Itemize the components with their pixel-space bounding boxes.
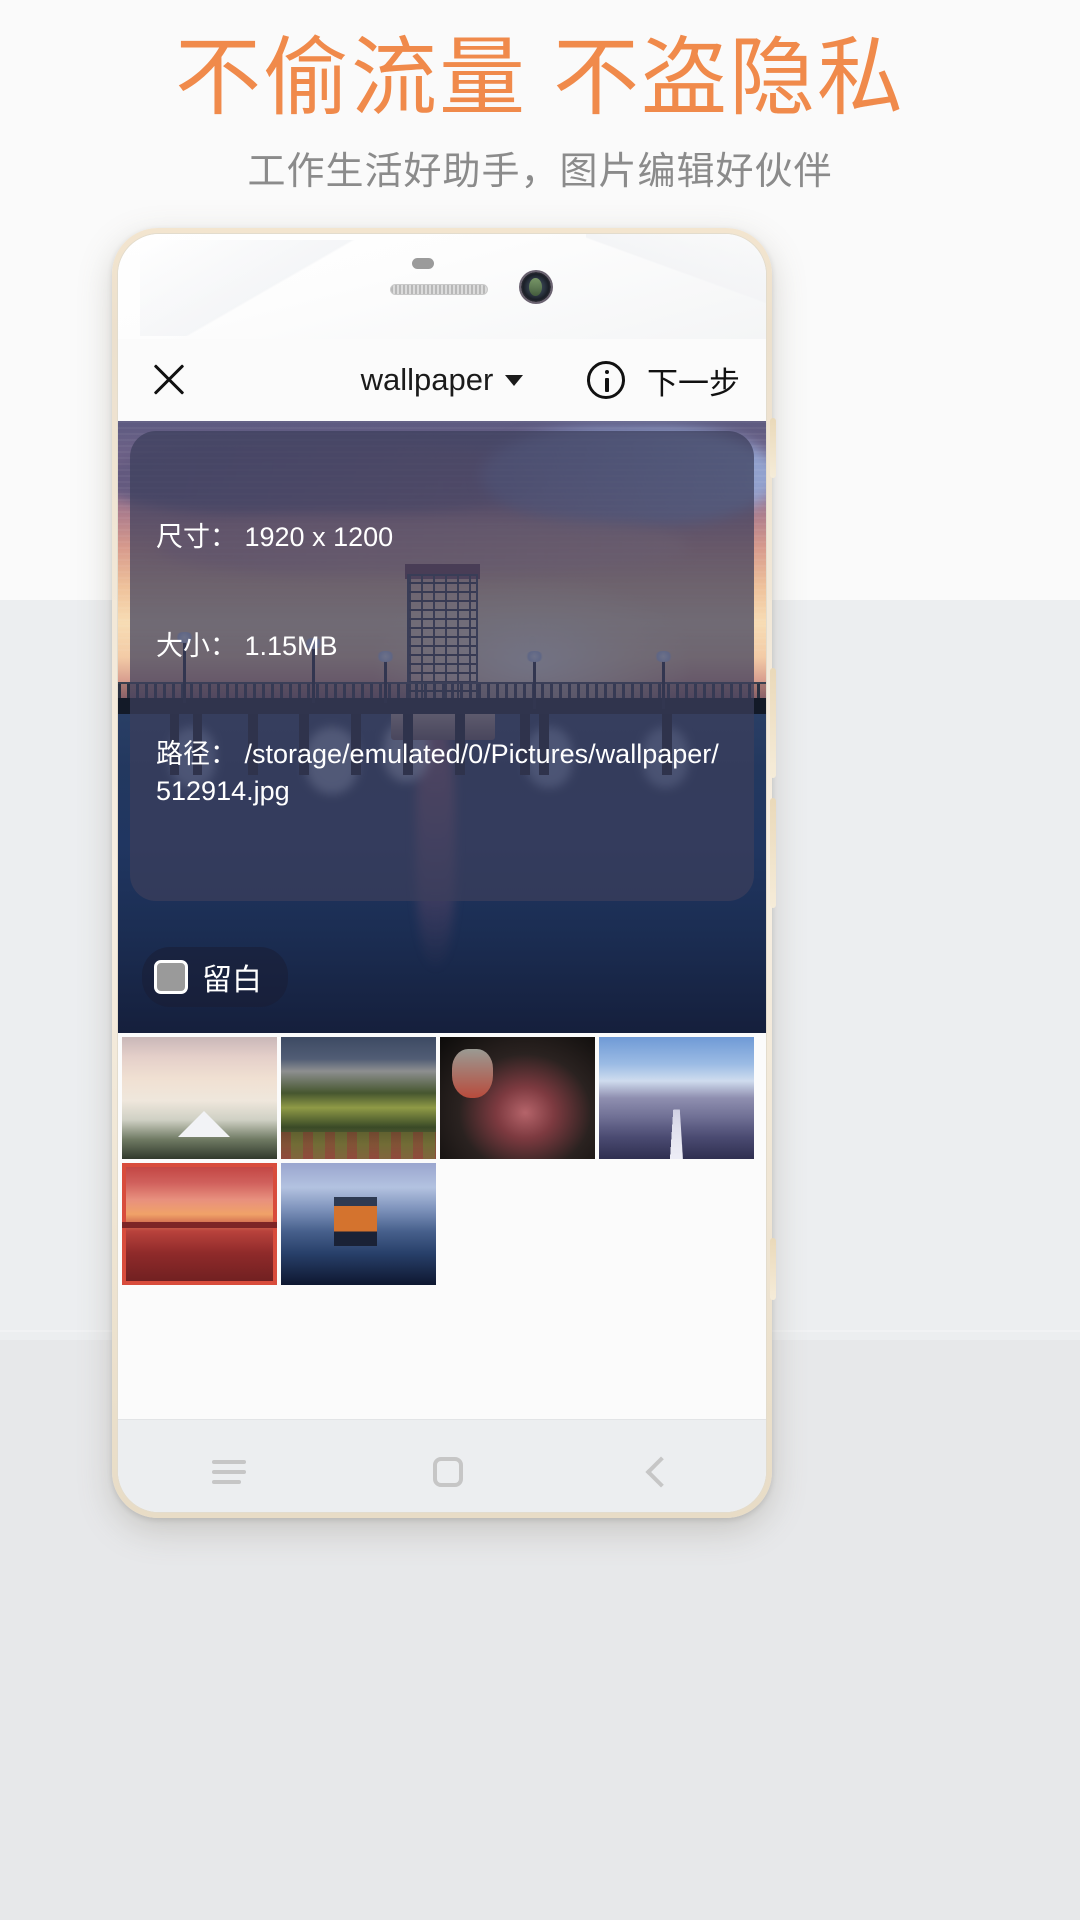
whitespace-checkbox[interactable]	[154, 960, 188, 994]
phone-mockup: wallpaper 下一步 尺寸： 1920 x 1200 大小： 1.15MB…	[112, 228, 776, 1518]
thumb-red-pier[interactable]	[122, 1163, 277, 1285]
thumb-lavender-road[interactable]	[599, 1037, 754, 1159]
phone-side-button-lower	[770, 1238, 776, 1300]
whitespace-toggle[interactable]: 留白	[142, 947, 288, 1007]
phone-glass-sheen	[140, 240, 380, 336]
app-toolbar: wallpaper 下一步	[118, 339, 766, 421]
thumbnail-row	[122, 1163, 766, 1285]
metadata-dimension: 尺寸： 1920 x 1200	[156, 522, 394, 553]
earpiece-speaker-icon	[390, 284, 488, 295]
image-preview[interactable]: 尺寸： 1920 x 1200 大小： 1.15MB 路径： /storage/…	[118, 421, 766, 1033]
back-icon[interactable]	[645, 1455, 677, 1488]
thumb-forest-valley[interactable]	[281, 1037, 436, 1159]
thumbnail-row	[122, 1037, 766, 1159]
phone-glass-sheen-right	[586, 234, 766, 339]
info-icon[interactable]	[587, 361, 625, 399]
phone-volume-up-button	[770, 668, 776, 778]
album-title[interactable]: wallpaper	[361, 362, 494, 398]
thumb-boathouse[interactable]	[281, 1163, 436, 1285]
thumbnail-grid	[118, 1033, 766, 1285]
close-icon[interactable]	[146, 357, 192, 403]
metadata-size: 大小： 1.15MB	[156, 630, 338, 661]
menu-icon[interactable]	[211, 1459, 246, 1484]
phone-side-button	[770, 418, 776, 478]
phone-volume-down-button	[770, 798, 776, 908]
toolbar-actions: 下一步	[587, 358, 740, 403]
home-icon[interactable]	[432, 1456, 463, 1487]
phone-top-hardware	[118, 234, 766, 339]
android-nav-bar	[118, 1419, 766, 1512]
front-camera-icon	[521, 272, 551, 302]
next-step-button[interactable]: 下一步	[647, 358, 740, 403]
metadata-path: 路径： /storage/emulated/0/Pictures/wallpap…	[156, 739, 719, 806]
thumb-steak-food[interactable]	[440, 1037, 595, 1159]
promo-headline: 不偷流量 不盗隐私	[175, 30, 905, 126]
whitespace-label: 留白	[202, 964, 262, 997]
phone-screen-frame: wallpaper 下一步 尺寸： 1920 x 1200 大小： 1.15MB…	[117, 233, 767, 1513]
proximity-sensor-icon	[412, 258, 434, 269]
thumb-mountain-lake[interactable]	[122, 1037, 277, 1159]
promo-subheadline: 工作生活好助手，图片编辑好伙伴	[247, 151, 833, 193]
app-screen: wallpaper 下一步 尺寸： 1920 x 1200 大小： 1.15MB…	[118, 339, 766, 1419]
chevron-down-icon[interactable]	[505, 374, 524, 386]
image-metadata-panel: 尺寸： 1920 x 1200 大小： 1.15MB 路径： /storage/…	[130, 431, 754, 902]
